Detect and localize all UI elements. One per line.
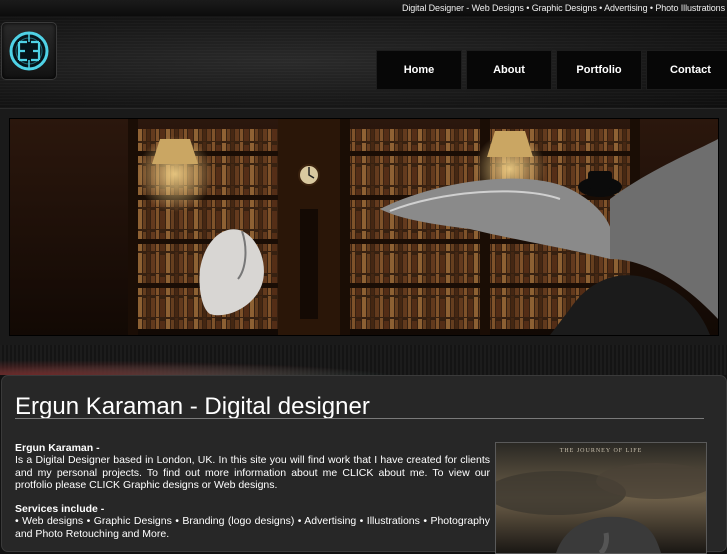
page-title: Ergun Karaman - Digital designer xyxy=(15,393,370,420)
library-angel-illustration xyxy=(10,119,718,335)
services-heading: Services include - xyxy=(15,503,105,516)
intro-heading: Ergun Karaman - xyxy=(15,442,100,454)
services-paragraph: • Web designs • Graphic Designs • Brandi… xyxy=(15,515,490,540)
nav-portfolio[interactable]: Portfolio xyxy=(556,50,642,90)
title-divider xyxy=(15,418,704,419)
top-bar: Digital Designer - Web Designs • Graphic… xyxy=(0,0,727,16)
hero-banner-image xyxy=(9,118,719,336)
nav-home[interactable]: Home xyxy=(376,50,462,90)
intro-text-block: Ergun Karaman - Is a Digital Designer ba… xyxy=(15,442,490,540)
site-logo[interactable] xyxy=(1,22,57,80)
decorative-strip xyxy=(0,345,727,375)
ek-monogram-logo-icon xyxy=(9,31,49,71)
site-tagline: Digital Designer - Web Designs • Graphic… xyxy=(401,3,725,13)
nav-contact[interactable]: Contact xyxy=(646,50,727,90)
thumbnail-caption: THE JOURNEY OF LIFE xyxy=(559,448,643,454)
journey-of-life-artwork xyxy=(496,443,706,553)
nav-about[interactable]: About xyxy=(466,50,552,90)
portfolio-thumbnail[interactable]: THE JOURNEY OF LIFE xyxy=(495,442,707,554)
main-nav: Home About Portfolio Contact xyxy=(376,50,727,90)
intro-paragraph: Is a Digital Designer based in London, U… xyxy=(15,454,490,491)
